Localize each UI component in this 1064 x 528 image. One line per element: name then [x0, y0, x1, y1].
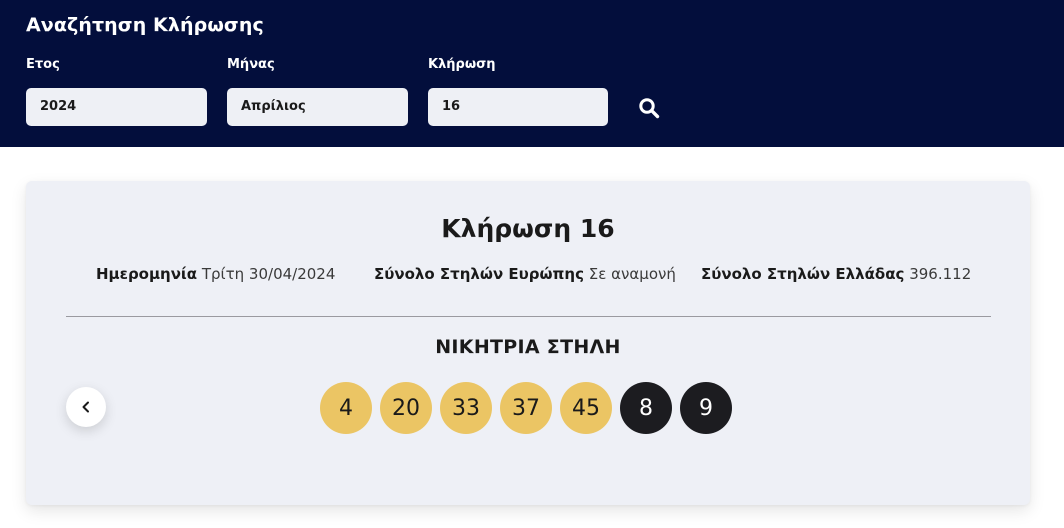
search-title: Αναζήτηση Κλήρωσης [26, 14, 264, 36]
bonus-number-ball: 9 [680, 382, 732, 434]
draw-label: Κλήρωση [428, 57, 496, 72]
winning-numbers: 4 20 33 37 45 8 9 [320, 382, 740, 434]
search-icon [639, 98, 660, 119]
draw-title: Κλήρωση 16 [441, 214, 615, 243]
europe-columns-label: Σύνολο Στηλών Ευρώπης [374, 265, 584, 283]
main-number-ball: 37 [500, 382, 552, 434]
date-value: Τρίτη 30/04/2024 [201, 265, 336, 283]
europe-columns: Σύνολο Στηλών Ευρώπης Σε αναμονή [374, 265, 676, 283]
previous-draw-button[interactable] [66, 387, 106, 427]
greece-columns: Σύνολο Στηλών Ελλάδας 396.112 [701, 265, 971, 283]
month-select[interactable]: Απρίλιος [227, 88, 408, 126]
draw-result-card: Κλήρωση 16 Ημερομηνία Τρίτη 30/04/2024 Σ… [26, 181, 1030, 505]
main-number-ball: 33 [440, 382, 492, 434]
bonus-number-ball: 8 [620, 382, 672, 434]
europe-columns-value: Σε αναμονή [588, 265, 676, 283]
year-select[interactable]: 2024 [26, 88, 207, 126]
main-number-ball: 45 [560, 382, 612, 434]
date-label: Ημερομηνία [96, 265, 198, 283]
search-header: Αναζήτηση Κλήρωσης Ετος Μήνας Κλήρωση 20… [0, 0, 1064, 147]
greece-columns-value: 396.112 [909, 265, 972, 283]
search-button[interactable] [634, 93, 664, 123]
greece-columns-label: Σύνολο Στηλών Ελλάδας [701, 265, 905, 283]
main-number-ball: 20 [380, 382, 432, 434]
month-label: Μήνας [227, 57, 275, 72]
chevron-left-icon [82, 401, 89, 413]
divider [66, 316, 991, 317]
draw-date: Ημερομηνία Τρίτη 30/04/2024 [96, 265, 335, 283]
main-number-ball: 4 [320, 382, 372, 434]
draw-input[interactable]: 16 [428, 88, 608, 126]
year-label: Ετος [26, 57, 60, 72]
winning-column-title: ΝΙΚΗΤΡΙΑ ΣΤΗΛΗ [435, 336, 621, 358]
